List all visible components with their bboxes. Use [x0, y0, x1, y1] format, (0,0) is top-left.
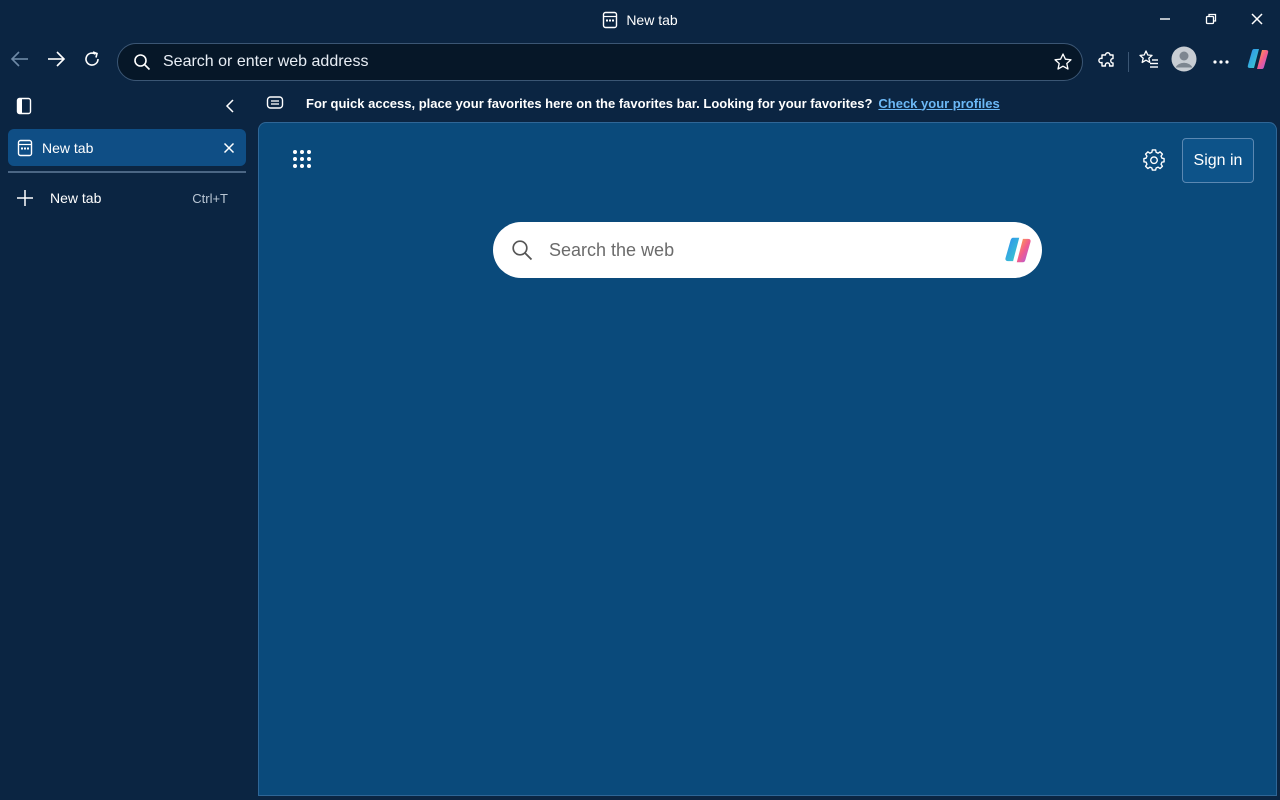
chevron-left-icon [225, 98, 235, 119]
search-icon [133, 53, 151, 71]
profile-button[interactable] [1167, 44, 1201, 78]
window-title-group: New tab [0, 0, 1280, 40]
web-search-box[interactable] [493, 222, 1042, 278]
toolbar-divider [1128, 52, 1129, 72]
refresh-button[interactable] [75, 44, 109, 78]
close-icon [223, 142, 235, 153]
tab-page-icon [602, 11, 618, 29]
new-tab-button[interactable]: New tab Ctrl+T [8, 182, 246, 214]
minimize-icon [1159, 13, 1171, 25]
search-icon [511, 239, 533, 261]
sign-in-button[interactable]: Sign in [1182, 138, 1254, 183]
puzzle-icon [1098, 49, 1118, 74]
address-bar[interactable] [117, 43, 1083, 81]
close-tab-button[interactable] [214, 133, 244, 163]
forward-button[interactable] [39, 44, 73, 78]
check-profiles-link[interactable]: Check your profiles [878, 96, 999, 111]
avatar-icon [1171, 46, 1197, 77]
plus-icon [16, 189, 34, 207]
tab-page-icon [17, 139, 33, 157]
app-launcher-button[interactable] [287, 146, 317, 176]
restore-icon [1205, 13, 1217, 25]
favorites-bar-message: For quick access, place your favorites h… [306, 95, 873, 111]
favorites-list-icon [1138, 49, 1160, 74]
minimize-button[interactable] [1142, 0, 1188, 38]
new-tab-shortcut: Ctrl+T [192, 190, 228, 206]
vertical-tabs-button[interactable] [12, 96, 36, 120]
window-title: New tab [626, 12, 678, 28]
arrow-left-icon [10, 49, 30, 74]
new-tab-label: New tab [50, 190, 102, 206]
sidebar-tab-new-tab[interactable]: New tab [8, 129, 246, 166]
web-search-input[interactable] [549, 232, 1002, 268]
sidebar-divider [8, 171, 246, 173]
app-launcher-icon [292, 149, 312, 174]
copilot-icon [1245, 46, 1271, 77]
more-options-button[interactable] [1204, 44, 1238, 78]
close-icon [1250, 12, 1264, 26]
refresh-icon [82, 49, 102, 74]
collapse-sidebar-button[interactable] [218, 96, 242, 120]
close-window-button[interactable] [1234, 0, 1280, 38]
address-input[interactable] [163, 47, 1052, 77]
page-settings-button[interactable] [1138, 146, 1170, 178]
copilot-icon[interactable] [1002, 234, 1034, 266]
star-icon[interactable] [1052, 51, 1074, 73]
copilot-button[interactable] [1241, 44, 1275, 78]
arrow-right-icon [46, 49, 66, 74]
favorites-bar: For quick access, place your favorites h… [258, 88, 1280, 118]
favorites-bar-icon [266, 95, 284, 111]
back-button[interactable] [3, 44, 37, 78]
favorites-button[interactable] [1132, 44, 1166, 78]
sidebar-tab-label: New tab [42, 139, 94, 156]
restore-button[interactable] [1188, 0, 1234, 38]
extensions-button[interactable] [1091, 44, 1125, 78]
ellipsis-icon [1212, 52, 1230, 70]
vertical-tabs-icon [16, 97, 32, 120]
gear-icon [1143, 148, 1165, 176]
